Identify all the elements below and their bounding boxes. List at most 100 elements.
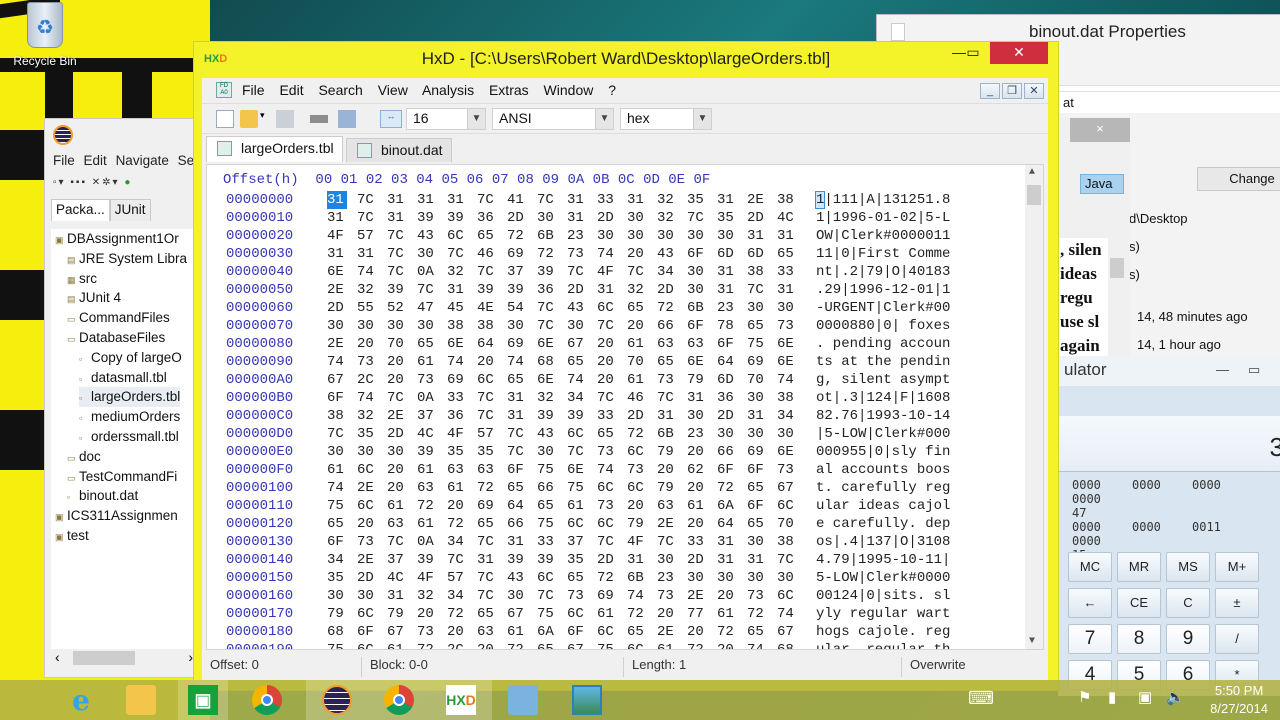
- hex-byte[interactable]: 7C: [747, 281, 777, 299]
- hex-byte[interactable]: 6F: [327, 389, 357, 407]
- hex-byte[interactable]: 73: [597, 497, 627, 515]
- hex-byte[interactable]: 6C: [567, 425, 597, 443]
- hex-byte[interactable]: 73: [567, 245, 597, 263]
- hex-byte[interactable]: 65: [537, 641, 567, 649]
- hex-byte[interactable]: 61: [507, 623, 537, 641]
- hex-byte[interactable]: 35: [477, 443, 507, 461]
- ascii-cursor[interactable]: 1: [814, 191, 826, 209]
- minimize-button[interactable]: —: [1216, 362, 1229, 377]
- hex-byte[interactable]: 70: [387, 335, 417, 353]
- hex-byte[interactable]: 30: [417, 245, 447, 263]
- row-hex-bytes[interactable]: 30 30 31 32 34 7C 30 7C 73 69 74 73 2E 20 73 6C: [327, 587, 807, 605]
- taskbar-clock[interactable]: 5:50 PM 8/27/2014: [1210, 682, 1268, 718]
- hex-byte[interactable]: 30: [627, 227, 657, 245]
- hex-byte[interactable]: 6F: [717, 335, 747, 353]
- hex-byte[interactable]: 34: [567, 389, 597, 407]
- hex-byte[interactable]: 65: [567, 569, 597, 587]
- hex-byte[interactable]: 7C: [597, 317, 627, 335]
- hex-byte[interactable]: 7C: [537, 317, 567, 335]
- hex-byte[interactable]: 30: [747, 569, 777, 587]
- row-ascii[interactable]: .29|1996-12-01|1: [816, 281, 950, 299]
- open-disk-icon[interactable]: [338, 110, 356, 128]
- hex-byte[interactable]: 66: [717, 443, 747, 461]
- calculator-window[interactable]: ulator — ▭ 3 0000 0000 00000000 47 0000 000…: [1058, 356, 1280, 696]
- hex-byte[interactable]: 4F: [417, 569, 447, 587]
- hex-byte[interactable]: 73: [357, 353, 387, 371]
- hex-byte[interactable]: 33: [597, 407, 627, 425]
- calc-key[interactable]: 8: [1117, 624, 1161, 654]
- hex-byte[interactable]: 35: [447, 443, 477, 461]
- row-ascii[interactable]: 1|111|A|131251.8: [814, 191, 950, 209]
- hex-byte[interactable]: 36: [717, 389, 747, 407]
- row-ascii[interactable]: os|.4|137|O|3108: [816, 533, 950, 551]
- hex-byte[interactable]: 2D: [687, 551, 717, 569]
- hex-byte[interactable]: 31: [357, 245, 387, 263]
- hex-byte[interactable]: 6C: [567, 515, 597, 533]
- hex-byte[interactable]: 2D: [387, 425, 417, 443]
- run-icon[interactable]: ●: [124, 177, 132, 188]
- bytes-per-row-select[interactable]: 16 ▼: [406, 108, 486, 130]
- hex-byte[interactable]: 20: [387, 461, 417, 479]
- hex-byte[interactable]: 67: [327, 371, 357, 389]
- hex-byte[interactable]: 39: [537, 551, 567, 569]
- hex-byte[interactable]: 6F: [357, 623, 387, 641]
- row-ascii[interactable]: 4.79|1995-10-11|: [816, 551, 950, 569]
- calc-key[interactable]: ←: [1068, 588, 1112, 618]
- hex-byte[interactable]: 79: [627, 515, 657, 533]
- row-hex-bytes[interactable]: 2E 20 70 65 6E 64 69 6E 67 20 61 63 63 6F 75 6E: [327, 335, 807, 353]
- row-ascii[interactable]: e carefully. dep: [816, 515, 950, 533]
- hex-byte[interactable]: 30: [507, 587, 537, 605]
- hex-byte[interactable]: 57: [447, 569, 477, 587]
- tree-item[interactable]: ▭ DatabaseFiles: [67, 328, 165, 348]
- hex-byte[interactable]: 35: [357, 425, 387, 443]
- hex-byte[interactable]: 69: [747, 353, 777, 371]
- hex-byte[interactable]: 30: [747, 425, 777, 443]
- hex-byte[interactable]: 32: [447, 263, 477, 281]
- hex-byte[interactable]: 75: [327, 641, 357, 649]
- hex-byte[interactable]: 30: [327, 443, 357, 461]
- hex-byte[interactable]: 66: [657, 317, 687, 335]
- row-ascii[interactable]: ot|.3|124|F|1608: [816, 389, 950, 407]
- hex-byte[interactable]: 31: [717, 263, 747, 281]
- scroll-down-icon[interactable]: ▼: [1029, 636, 1035, 647]
- hex-byte[interactable]: 7C: [627, 263, 657, 281]
- hex-byte[interactable]: 69: [597, 587, 627, 605]
- row-hex-bytes[interactable]: 31 31 7C 30 7C 46 69 72 73 74 20 43 6F 6D 6D 65: [327, 245, 807, 263]
- hex-byte[interactable]: 73: [627, 461, 657, 479]
- hex-byte[interactable]: 70: [777, 515, 807, 533]
- hex-byte[interactable]: 64: [717, 515, 747, 533]
- hex-byte[interactable]: 74: [777, 605, 807, 623]
- hex-byte[interactable]: 7C: [477, 587, 507, 605]
- hex-byte[interactable]: 61: [417, 353, 447, 371]
- change-button[interactable]: Change: [1197, 167, 1280, 191]
- hex-byte[interactable]: 20: [597, 335, 627, 353]
- row-hex-bytes[interactable]: 31 7C 31 31 31 7C 41 7C 31 33 31 32 35 31 2E 38: [327, 191, 807, 209]
- hex-byte[interactable]: 6C: [777, 497, 807, 515]
- java-perspective-button[interactable]: Java: [1080, 174, 1124, 194]
- hex-byte[interactable]: 33: [597, 191, 627, 209]
- tree-item[interactable]: ▫ Copy of largeO: [79, 348, 182, 368]
- calc-key[interactable]: MR: [1117, 552, 1161, 582]
- hex-byte[interactable]: 33: [777, 263, 807, 281]
- scroll-thumb[interactable]: [1110, 258, 1124, 278]
- hex-byte[interactable]: 64: [477, 335, 507, 353]
- tree-item[interactable]: ▭ doc: [67, 447, 101, 467]
- tree-item[interactable]: ▫ mediumOrders: [79, 407, 180, 427]
- hex-byte[interactable]: 65: [747, 623, 777, 641]
- hex-byte[interactable]: 65: [477, 227, 507, 245]
- hex-byte[interactable]: 6E: [537, 371, 567, 389]
- mdi-restore-button[interactable]: ❐: [1002, 83, 1022, 99]
- hex-byte[interactable]: 31: [747, 551, 777, 569]
- hex-byte[interactable]: 55: [357, 299, 387, 317]
- hex-byte[interactable]: 37: [567, 533, 597, 551]
- hex-byte[interactable]: 64: [507, 497, 537, 515]
- hex-byte[interactable]: 65: [747, 479, 777, 497]
- hex-byte[interactable]: 75: [537, 605, 567, 623]
- hex-byte[interactable]: 63: [657, 497, 687, 515]
- hex-byte[interactable]: 30: [327, 317, 357, 335]
- hex-byte[interactable]: 72: [447, 515, 477, 533]
- menu-file[interactable]: File: [53, 153, 75, 168]
- hex-byte[interactable]: 39: [537, 407, 567, 425]
- hex-byte[interactable]: 39: [417, 443, 447, 461]
- scroll-thumb[interactable]: [1027, 185, 1041, 205]
